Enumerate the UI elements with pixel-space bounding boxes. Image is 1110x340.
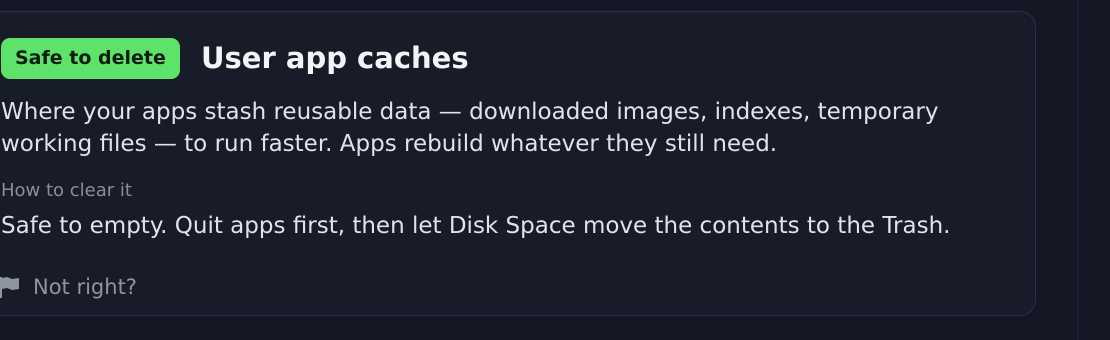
how-to-clear-label: How to clear it <box>1 180 132 201</box>
safety-badge: Safe to delete <box>1 38 180 79</box>
not-right-label: Not right? <box>33 275 137 299</box>
category-description: Where your apps stash reusable data — do… <box>1 99 939 157</box>
how-to-clear-text: Safe to empty. Quit apps first, then let… <box>1 213 951 239</box>
category-card: Safe to delete User app caches Where you… <box>0 11 1036 316</box>
category-title: User app caches <box>201 41 469 75</box>
not-right-button[interactable]: Not right? <box>0 270 137 304</box>
scrollbar-track[interactable] <box>1077 0 1079 340</box>
flag-icon <box>0 274 23 300</box>
page: Safe to delete User app caches Where you… <box>0 0 1110 340</box>
